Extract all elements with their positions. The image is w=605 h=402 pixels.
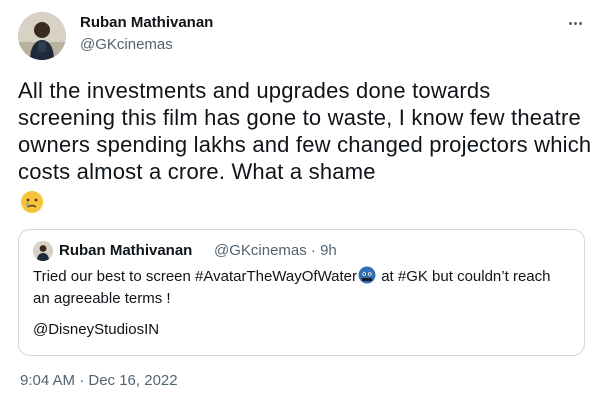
quoted-text-line-2: an agreeable terms ! <box>33 290 171 307</box>
quoted-text-line-1: Tried our best to screen #AvatarTheWayOf… <box>33 266 573 288</box>
quoted-mention[interactable]: @DisneyStudiosIN <box>33 321 159 338</box>
quoted-text-part-a: Tried our best to screen #AvatarTheWayOf… <box>33 268 358 285</box>
quoted-text-part-b: at #GK but couldn’t reach <box>377 268 551 285</box>
author-handle[interactable]: @GKcinemas <box>80 36 173 53</box>
tweet-timestamp[interactable]: 9:04 AM · Dec 16, 2022 <box>20 372 178 389</box>
avatar-photo <box>18 12 66 60</box>
quoted-tweet-text: Tried our best to screen #AvatarTheWayOf… <box>33 266 573 310</box>
quoted-tweet[interactable]: Ruban Mathivanan @GKcinemas · 9h Tried o… <box>18 229 585 356</box>
crying-face-icon <box>20 190 44 214</box>
quoted-author-avatar <box>33 241 53 261</box>
tweet-card: Ruban Mathivanan @GKcinemas All the inve… <box>0 0 605 402</box>
quoted-author-name: Ruban Mathivanan <box>59 242 193 259</box>
blue-face-emoji-icon <box>358 266 376 284</box>
tweet-text: All the investments and upgrades done to… <box>18 78 592 184</box>
author-name[interactable]: Ruban Mathivanan <box>80 14 213 31</box>
more-options-icon[interactable] <box>566 14 584 32</box>
author-avatar[interactable] <box>18 12 66 60</box>
quoted-author-meta: @GKcinemas · 9h <box>214 242 337 259</box>
